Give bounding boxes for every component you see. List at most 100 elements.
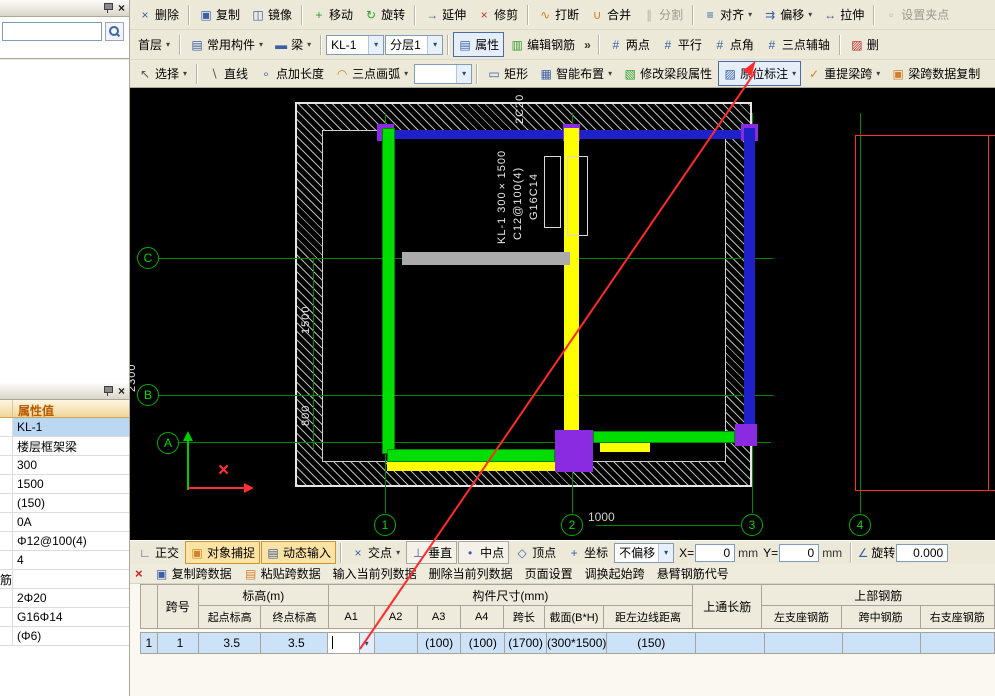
property-value[interactable]: (Φ6): [13, 627, 129, 645]
table-row[interactable]: 1 1 3.5 3.5 ▾ (100) (100) (1700) (300*15…: [141, 633, 995, 654]
property-row[interactable]: G16Φ14: [0, 608, 129, 627]
property-value[interactable]: 2Φ20: [13, 589, 129, 607]
span-no-cell[interactable]: 1: [157, 633, 198, 654]
column-header-end-elevation[interactable]: 终点标高: [261, 606, 328, 629]
axis-bubble-3[interactable]: 3: [741, 514, 763, 536]
merge-button[interactable]: ∪合并: [585, 2, 636, 27]
axis-bubble-2[interactable]: 2: [561, 514, 583, 536]
copy-span-data-button[interactable]: ▣复制跨数据: [155, 565, 232, 582]
top-through-rebar-header[interactable]: 上通长筋: [693, 585, 762, 629]
input-current-column-button[interactable]: 输入当前列数据: [333, 565, 417, 582]
chevron-down-icon[interactable]: ▾: [427, 36, 442, 54]
close-icon[interactable]: ×: [118, 386, 125, 396]
a1-edit-text[interactable]: [328, 633, 358, 653]
extend-button[interactable]: →延伸: [420, 2, 471, 27]
property-row[interactable]: 1500: [0, 475, 129, 494]
move-button[interactable]: +移动: [307, 2, 358, 27]
row-selector-cell[interactable]: 1: [141, 633, 158, 654]
a4-cell[interactable]: (100): [461, 633, 505, 654]
column-header-a2[interactable]: A2: [374, 606, 417, 629]
column-header-mid-span[interactable]: 跨中钢筋: [841, 606, 920, 629]
floor-level-dropdown[interactable]: 首层▾: [133, 32, 175, 57]
dynamic-input-toggle[interactable]: ▤动态输入: [261, 541, 336, 564]
delete-button[interactable]: ×删除: [133, 2, 184, 27]
beam-dropdown[interactable]: ▬梁▾: [269, 32, 316, 57]
property-value[interactable]: 1500: [13, 475, 129, 493]
a2-cell[interactable]: [374, 633, 417, 654]
align-button[interactable]: ≡对齐▾: [698, 2, 757, 27]
component-name-combo[interactable]: KL-1▾: [326, 35, 384, 55]
cantilever-rebar-code-button[interactable]: 悬臂钢筋代号: [657, 565, 729, 582]
left-support-cell[interactable]: [764, 633, 842, 654]
start-elevation-cell[interactable]: 3.5: [199, 633, 261, 654]
trim-button[interactable]: ×修剪: [472, 2, 523, 27]
mirror-button[interactable]: ◫镜像: [246, 2, 297, 27]
column-header-a4[interactable]: A4: [460, 606, 503, 629]
layer-combo[interactable]: 分层1▾: [385, 35, 443, 55]
a1-edit-combo[interactable]: ▾: [328, 633, 373, 653]
property-row[interactable]: (Φ6): [0, 627, 129, 646]
cad-canvas[interactable]: 2C20 KL-1 300×1500 C12@100(4) G16C14 150…: [130, 88, 995, 540]
property-value[interactable]: 300: [13, 456, 129, 474]
clipped-delete-axis-button[interactable]: ▨删: [845, 32, 884, 57]
section-cell[interactable]: (300*1500): [547, 633, 607, 654]
chevron-down-icon[interactable]: ▾: [456, 65, 471, 83]
axis-bubble-B[interactable]: B: [137, 384, 159, 406]
property-value[interactable]: 楼层框架梁: [13, 437, 129, 455]
beam-bottom-green-left[interactable]: [387, 449, 555, 462]
property-row[interactable]: 筋: [0, 570, 129, 589]
pin-icon[interactable]: [103, 2, 113, 14]
property-row[interactable]: 0A: [0, 513, 129, 532]
top-through-cell[interactable]: [696, 633, 765, 654]
property-row[interactable]: (150): [0, 494, 129, 513]
intersection-snap-toggle[interactable]: ×交点▾: [346, 541, 405, 564]
right-support-cell[interactable]: [921, 633, 995, 654]
a1-cell-editing[interactable]: ▾: [328, 633, 374, 654]
rectangle-button[interactable]: ▭矩形: [482, 61, 533, 86]
ortho-toggle[interactable]: ∟正交: [133, 541, 184, 564]
column-header-a3[interactable]: A3: [417, 606, 460, 629]
column-header-left-support[interactable]: 左支座钢筋: [762, 606, 841, 629]
beam-bottom-green-right[interactable]: [593, 431, 735, 443]
page-setup-button[interactable]: 页面设置: [525, 565, 573, 582]
property-row[interactable]: 4: [0, 551, 129, 570]
property-row[interactable]: 楼层框架梁: [0, 437, 129, 456]
x-input[interactable]: 0: [695, 544, 735, 562]
swap-start-span-button[interactable]: 调换起始跨: [585, 565, 645, 582]
chevron-down-icon[interactable]: ▾: [658, 544, 673, 562]
axis-bubble-4[interactable]: 4: [849, 514, 871, 536]
blank-combo[interactable]: ▾: [414, 64, 472, 84]
axis-bubble-1[interactable]: 1: [374, 514, 396, 536]
chevron-down-icon[interactable]: ▾: [359, 633, 374, 653]
delete-current-column-button[interactable]: 删除当前列数据: [429, 565, 513, 582]
beam-left-green[interactable]: [382, 128, 395, 454]
chevron-down-icon[interactable]: ▾: [368, 36, 383, 54]
modify-beam-segment-button[interactable]: ▧修改梁段属性: [618, 61, 717, 86]
parallel-axis-button[interactable]: #平行: [656, 32, 707, 57]
select-button[interactable]: ↖选择▾: [133, 61, 192, 86]
property-row[interactable]: 300: [0, 456, 129, 475]
copy-button[interactable]: ▣复制: [194, 2, 245, 27]
property-value[interactable]: KL-1: [13, 418, 129, 436]
dist-left-edge-cell[interactable]: (150): [607, 633, 696, 654]
column-header-span-length[interactable]: 跨长: [503, 606, 544, 629]
line-button[interactable]: ∖直线: [202, 61, 253, 86]
beam-bottom-yellow-right[interactable]: [600, 443, 650, 452]
close-icon[interactable]: ×: [118, 3, 125, 13]
mid-span-cell[interactable]: [843, 633, 921, 654]
size-group-header[interactable]: 构件尺寸(mm): [328, 585, 692, 606]
offset-mode-combo[interactable]: 不偏移▾: [614, 543, 674, 563]
column-header-a1[interactable]: A1: [328, 606, 374, 629]
offset-button[interactable]: ⇉偏移▾: [758, 2, 817, 27]
toolbar-overflow-chevron[interactable]: »: [581, 38, 594, 52]
search-button[interactable]: [105, 22, 124, 41]
beam-gray-horizontal[interactable]: [402, 252, 570, 265]
rotate-button[interactable]: ↻旋转: [359, 2, 410, 27]
span-no-header[interactable]: 跨号: [157, 585, 198, 629]
property-value[interactable]: [13, 570, 129, 588]
row-selector-header[interactable]: [141, 585, 158, 629]
beam-right-blue[interactable]: [744, 128, 755, 446]
span-length-cell[interactable]: (1700): [505, 633, 547, 654]
column-header-section[interactable]: 截面(B*H): [545, 606, 604, 629]
two-point-axis-button[interactable]: #两点: [604, 32, 655, 57]
